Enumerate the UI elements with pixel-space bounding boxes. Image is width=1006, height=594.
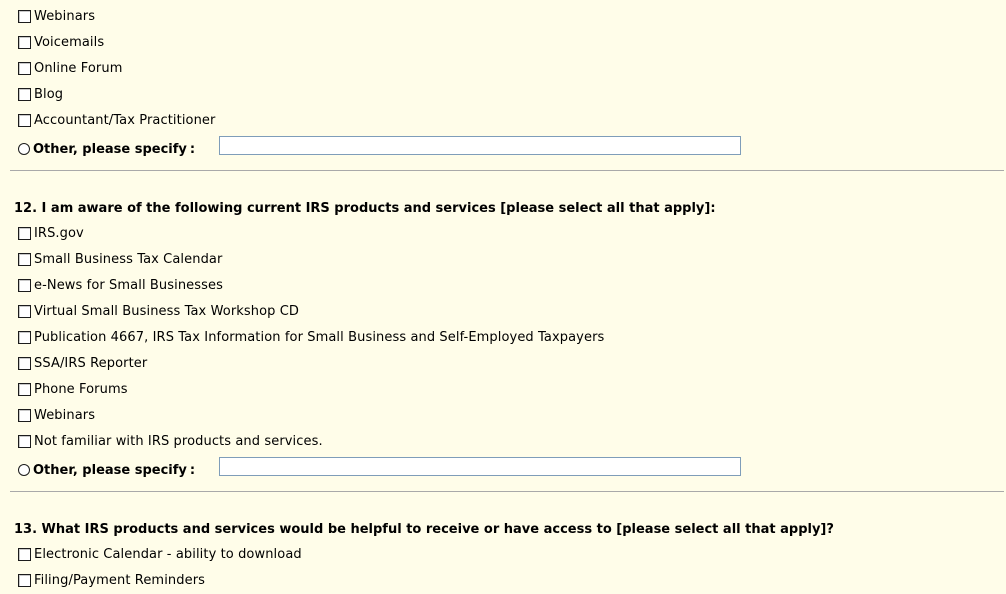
checkbox-row-accountant[interactable]: Accountant/Tax Practitioner xyxy=(18,111,215,129)
other-radio[interactable] xyxy=(18,464,30,476)
other-colon: : xyxy=(189,462,196,478)
checkbox[interactable] xyxy=(18,113,31,127)
other-specify-input-q12[interactable] xyxy=(219,457,741,476)
checkbox-row-filing-reminders[interactable]: Filing/Payment Reminders xyxy=(18,571,205,589)
checkbox-row-voicemails[interactable]: Voicemails xyxy=(18,33,104,51)
checkbox-row-webinars[interactable]: Webinars xyxy=(18,7,95,25)
checkbox-row-online-forum[interactable]: Online Forum xyxy=(18,59,122,77)
checkbox[interactable] xyxy=(18,278,31,292)
checkbox-label: Online Forum xyxy=(34,60,123,76)
other-specify-input[interactable] xyxy=(219,136,741,155)
checkbox-row-ssa-irs-reporter[interactable]: SSA/IRS Reporter xyxy=(18,354,147,372)
checkbox-label: Not familiar with IRS products and servi… xyxy=(34,433,323,449)
question-13-title: 13. What IRS products and services would… xyxy=(14,522,834,537)
checkbox-label: Filing/Payment Reminders xyxy=(34,572,206,588)
checkbox-label: Voicemails xyxy=(34,34,105,50)
checkbox[interactable] xyxy=(18,9,31,23)
checkbox-row-tax-calendar[interactable]: Small Business Tax Calendar xyxy=(18,250,222,268)
checkbox-label: Electronic Calendar - ability to downloa… xyxy=(34,546,302,562)
checkbox-label: IRS.gov xyxy=(34,225,84,241)
other-radio[interactable] xyxy=(18,143,30,155)
checkbox-row-not-familiar[interactable]: Not familiar with IRS products and servi… xyxy=(18,432,323,450)
checkbox[interactable] xyxy=(18,35,31,49)
checkbox-label: Webinars xyxy=(34,407,96,423)
checkbox-label: Phone Forums xyxy=(34,381,128,397)
checkbox-row-enews[interactable]: e-News for Small Businesses xyxy=(18,276,223,294)
checkbox-row-blog[interactable]: Blog xyxy=(18,85,63,103)
checkbox-row-phone-forums[interactable]: Phone Forums xyxy=(18,380,128,398)
checkbox-row-workshop-cd[interactable]: Virtual Small Business Tax Workshop CD xyxy=(18,302,299,320)
other-label: Other, please specify xyxy=(33,462,187,478)
checkbox-label: Virtual Small Business Tax Workshop CD xyxy=(34,303,300,319)
checkbox-label: Accountant/Tax Practitioner xyxy=(34,112,216,128)
checkbox-row-electronic-calendar[interactable]: Electronic Calendar - ability to downloa… xyxy=(18,545,302,563)
checkbox[interactable] xyxy=(18,330,31,344)
checkbox[interactable] xyxy=(18,356,31,370)
other-colon: : xyxy=(189,141,196,157)
checkbox[interactable] xyxy=(18,87,31,101)
checkbox[interactable] xyxy=(18,61,31,75)
question-12-title: 12. I am aware of the following current … xyxy=(14,201,716,216)
checkbox[interactable] xyxy=(18,226,31,240)
checkbox[interactable] xyxy=(18,382,31,396)
checkbox-row-webinars-q12[interactable]: Webinars xyxy=(18,406,95,424)
checkbox-label: e-News for Small Businesses xyxy=(34,277,223,293)
checkbox-label: SSA/IRS Reporter xyxy=(34,355,148,371)
other-label: Other, please specify xyxy=(33,141,187,157)
checkbox-row-irs-gov[interactable]: IRS.gov xyxy=(18,224,84,242)
section-divider xyxy=(10,491,1004,492)
checkbox[interactable] xyxy=(18,573,31,587)
other-radio-row-q12[interactable]: Other, please specify : xyxy=(18,461,195,479)
section-divider xyxy=(10,170,1004,171)
checkbox-label: Publication 4667, IRS Tax Information fo… xyxy=(34,329,605,345)
checkbox-label: Webinars xyxy=(34,8,96,24)
checkbox[interactable] xyxy=(18,434,31,448)
survey-page: Webinars Voicemails Online Forum Blog Ac… xyxy=(0,0,1006,594)
checkbox[interactable] xyxy=(18,304,31,318)
checkbox[interactable] xyxy=(18,252,31,266)
checkbox-label: Small Business Tax Calendar xyxy=(34,251,223,267)
other-radio-row[interactable]: Other, please specify : xyxy=(18,140,195,158)
checkbox-label: Blog xyxy=(34,86,64,102)
checkbox-row-publication-4667[interactable]: Publication 4667, IRS Tax Information fo… xyxy=(18,328,604,346)
checkbox[interactable] xyxy=(18,547,31,561)
checkbox[interactable] xyxy=(18,408,31,422)
